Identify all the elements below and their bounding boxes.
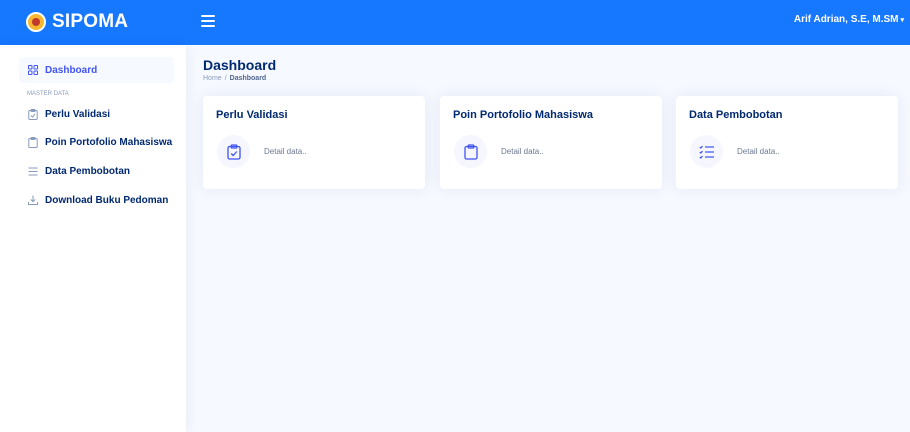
card-detail-link[interactable]: Detail data.. <box>501 147 544 156</box>
card-detail-link[interactable]: Detail data.. <box>737 147 780 156</box>
list-icon <box>27 166 38 177</box>
caret-down-icon: ▾ <box>900 16 904 24</box>
sidebar-item-poin-portofolio[interactable]: Poin Portofolio Mahasiswa <box>19 129 174 155</box>
sidebar-item-perlu-validasi[interactable]: Perlu Validasi <box>19 101 174 127</box>
clipboard-icon <box>454 135 487 168</box>
sidebar: Dashboard MASTER DATA Perlu Validasi Poi… <box>0 45 186 432</box>
user-name: Arif Adrian, S.E, M.SM <box>793 14 899 25</box>
sidebar-item-label: Dashboard <box>45 64 98 76</box>
sidebar-item-label: Data Pembobotan <box>45 165 131 177</box>
card-perlu-validasi[interactable]: Perlu Validasi Detail data.. <box>203 96 425 189</box>
breadcrumb-current: Dashboard <box>229 75 267 82</box>
card-poin-portofolio-mahasiswa[interactable]: Poin Portofolio Mahasiswa Detail data.. <box>440 96 662 189</box>
sidebar-item-data-pembobotan[interactable]: Data Pembobotan <box>19 158 174 184</box>
sidebar-item-dashboard[interactable]: Dashboard <box>19 57 174 83</box>
breadcrumb-home-link[interactable]: Home <box>203 75 222 82</box>
card-data-pembobotan[interactable]: Data Pembobotan Detail data.. <box>676 96 898 189</box>
card-detail-link[interactable]: Detail data.. <box>264 147 307 156</box>
clipboard-check-icon <box>217 135 250 168</box>
card-title: Perlu Validasi <box>216 109 288 121</box>
card-title: Poin Portofolio Mahasiswa <box>453 109 593 121</box>
brand-name: SIPOMA <box>52 11 129 32</box>
sidebar-item-label: Download Buku Pedoman <box>45 194 169 206</box>
breadcrumb-separator: / <box>224 75 227 82</box>
brand-logo-link[interactable]: SIPOMA <box>26 9 128 35</box>
grid-icon <box>27 65 38 76</box>
clipboard-check-icon <box>27 108 38 120</box>
top-navbar: SIPOMA Arif Adrian, S.E, M.SM ▾ <box>0 0 910 45</box>
list-check-icon <box>690 135 723 168</box>
download-icon <box>27 195 38 206</box>
user-profile-dropdown[interactable]: Arif Adrian, S.E, M.SM ▾ <box>794 14 904 25</box>
page-title: Dashboard <box>203 57 277 73</box>
sidebar-heading-master-data: MASTER DATA <box>27 91 69 97</box>
card-title: Data Pembobotan <box>689 109 783 121</box>
sidebar-item-download-buku-pedoman[interactable]: Download Buku Pedoman <box>19 187 174 213</box>
sidebar-item-label: Perlu Validasi <box>45 108 111 120</box>
breadcrumb: Home / Dashboard <box>203 75 266 82</box>
sidebar-toggle-button[interactable] <box>199 12 219 32</box>
clipboard-icon <box>27 136 38 148</box>
logo-icon <box>26 12 46 32</box>
sidebar-item-label: Poin Portofolio Mahasiswa <box>45 136 173 148</box>
